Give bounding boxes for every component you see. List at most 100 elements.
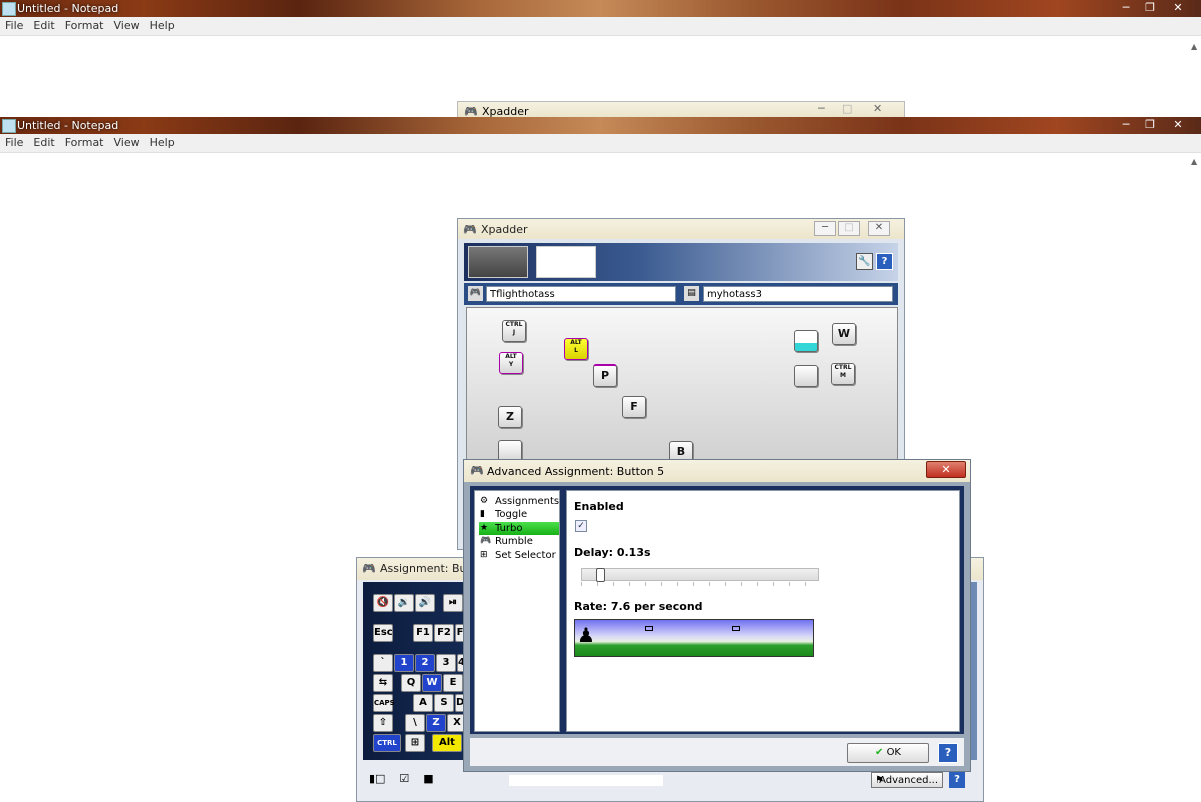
key-q[interactable]: Q bbox=[401, 674, 421, 692]
key-f[interactable]: F bbox=[622, 396, 646, 418]
menu-help[interactable]: Help bbox=[145, 134, 180, 151]
notepad-icon bbox=[2, 119, 16, 133]
key-esc[interactable]: Esc bbox=[373, 624, 393, 642]
menu-file[interactable]: File bbox=[0, 134, 28, 151]
key-z[interactable]: Z bbox=[498, 406, 522, 428]
controller-tab-1[interactable] bbox=[468, 246, 528, 278]
menu-item-rumble[interactable]: 🎮 Rumble bbox=[479, 535, 559, 548]
key-backslash[interactable]: \ bbox=[405, 714, 425, 732]
advanced-menu-list: ⚙ Assignments ▮ Toggle ★ Turbo 🎮 Rumble ⊞ Set… bbox=[474, 490, 560, 732]
play-pause-key[interactable]: ⏯ bbox=[443, 594, 463, 612]
bullet-icon bbox=[732, 626, 740, 631]
menu-view[interactable]: View bbox=[109, 134, 145, 151]
key-w[interactable]: W bbox=[422, 674, 442, 692]
key-blank-right[interactable] bbox=[794, 365, 818, 387]
notepad-title-bar-top[interactable]: Untitled - Notepad ─ ❐ ✕ bbox=[0, 0, 1201, 17]
tab-key-icon[interactable]: ⇆ bbox=[373, 674, 393, 692]
menu-format[interactable]: Format bbox=[60, 134, 109, 151]
menu-item-turbo[interactable]: ★ Turbo bbox=[479, 522, 559, 535]
menu-file[interactable]: File bbox=[0, 17, 28, 34]
advanced-button[interactable]: ⚑ Advanced... bbox=[871, 772, 943, 788]
profile-icon: ▤ bbox=[684, 286, 699, 301]
ghost-close-icon[interactable]: ✕ bbox=[873, 102, 882, 115]
close-button[interactable]: ✕ bbox=[1165, 0, 1191, 16]
gamepad-icon: 🎮 bbox=[470, 464, 484, 477]
notepad-menu-bar-top: File Edit Format View Help bbox=[0, 17, 1201, 36]
key-p[interactable]: P bbox=[593, 364, 617, 387]
maximize-button[interactable]: □ bbox=[838, 221, 860, 236]
menu-format[interactable]: Format bbox=[60, 17, 109, 34]
key-alt[interactable]: Alt bbox=[432, 734, 462, 752]
notepad-title-bar[interactable]: Untitled - Notepad ─ ❐ ✕ bbox=[0, 117, 1201, 134]
advanced-dialog: 🎮 Advanced Assignment: Button 5 ✕ ⚙ Assig… bbox=[463, 459, 971, 772]
advanced-body: ⚙ Assignments ▮ Toggle ★ Turbo 🎮 Rumble ⊞ Set… bbox=[470, 486, 964, 734]
windows-key-icon[interactable]: ⊞ bbox=[405, 734, 425, 752]
key-3[interactable]: 3 bbox=[436, 654, 456, 672]
menu-item-toggle[interactable]: ▮ Toggle bbox=[479, 508, 559, 521]
key-2[interactable]: 2 bbox=[415, 654, 435, 672]
ghost-minimize-icon[interactable]: ─ bbox=[818, 102, 825, 115]
key-backtick[interactable]: ` bbox=[373, 654, 393, 672]
key-1[interactable]: 1 bbox=[394, 654, 414, 672]
advanced-icon: ⚑ bbox=[875, 775, 884, 786]
set-selector-icon: ⊞ bbox=[480, 550, 488, 560]
profile-name-field[interactable]: myhotass3 bbox=[703, 286, 893, 302]
maximize-button[interactable]: ❐ bbox=[1137, 117, 1163, 133]
notepad-title: Untitled - Notepad bbox=[17, 2, 119, 15]
key-alt-y[interactable]: ALT Y bbox=[499, 352, 523, 374]
key-ctrl-j[interactable]: CTRL J bbox=[502, 320, 526, 342]
xpadder-toolbar: 🔧 ? bbox=[464, 243, 898, 281]
controller-name-field[interactable]: Tflighthotass bbox=[486, 286, 676, 302]
mute-key[interactable]: 🔇 bbox=[373, 594, 393, 612]
menu-edit[interactable]: Edit bbox=[28, 17, 59, 34]
notepad-title: Untitled - Notepad bbox=[17, 119, 119, 132]
scroll-up-icon[interactable]: ▲ bbox=[1191, 157, 1197, 166]
menu-item-set-selector[interactable]: ⊞ Set Selector bbox=[479, 549, 559, 562]
key-z[interactable]: Z bbox=[426, 714, 446, 732]
delay-slider-thumb[interactable] bbox=[596, 568, 605, 582]
xpadder-ghost-title[interactable]: 🎮 Xpadder ─ □ ✕ bbox=[457, 101, 905, 118]
vol-up-key[interactable]: 🔊 bbox=[415, 594, 435, 612]
minimize-button[interactable]: ─ bbox=[814, 221, 836, 236]
advanced-title-bar[interactable]: 🎮 Advanced Assignment: Button 5 ✕ bbox=[464, 460, 970, 482]
shift-key-icon[interactable]: ⇧ bbox=[373, 714, 393, 732]
menu-view[interactable]: View bbox=[109, 17, 145, 34]
key-s[interactable]: S bbox=[434, 694, 454, 712]
minimize-button[interactable]: ─ bbox=[1113, 117, 1139, 133]
key-f2[interactable]: F2 bbox=[434, 624, 454, 642]
ok-button[interactable]: ✔ OK bbox=[847, 743, 929, 763]
key-a[interactable]: A bbox=[413, 694, 433, 712]
key-ctrl-m[interactable]: CTRL M bbox=[831, 363, 855, 385]
delay-slider[interactable] bbox=[581, 568, 819, 582]
close-button[interactable]: ✕ bbox=[1165, 117, 1191, 133]
maximize-button[interactable]: ❐ bbox=[1137, 0, 1163, 16]
turbo-panel: Enabled ✓ Delay: 0.13s Rate: 7.6 per sec… bbox=[566, 490, 960, 732]
delay-label: Delay: 0.13s bbox=[574, 546, 651, 559]
key-e[interactable]: E bbox=[443, 674, 463, 692]
key-w[interactable]: W bbox=[832, 323, 856, 345]
key-cyan[interactable] bbox=[794, 330, 818, 352]
help-icon[interactable]: ? bbox=[876, 253, 893, 270]
vol-down-key[interactable]: 🔉 bbox=[394, 594, 414, 612]
close-button[interactable]: ✕ bbox=[868, 221, 890, 236]
assignment-text-field[interactable] bbox=[509, 775, 663, 786]
wrench-icon[interactable]: 🔧 bbox=[856, 253, 873, 270]
xpadder-title-bar[interactable]: 🎮 Xpadder ─ □ ✕ bbox=[458, 219, 904, 239]
key-f1[interactable]: F1 bbox=[413, 624, 433, 642]
menu-edit[interactable]: Edit bbox=[28, 134, 59, 151]
caps-key[interactable]: CAPS bbox=[373, 694, 395, 712]
scroll-up-icon[interactable]: ▲ bbox=[1191, 42, 1197, 51]
help-button[interactable]: ? bbox=[938, 743, 958, 763]
close-button[interactable]: ✕ bbox=[926, 461, 966, 478]
soldier-icon: ♟ bbox=[577, 623, 595, 647]
assignment-help-icon[interactable]: ? bbox=[949, 772, 965, 788]
minimize-button[interactable]: ─ bbox=[1113, 0, 1139, 16]
enabled-checkbox[interactable]: ✓ bbox=[575, 520, 587, 532]
menu-help[interactable]: Help bbox=[145, 17, 180, 34]
ghost-maximize-icon[interactable]: □ bbox=[842, 102, 852, 115]
key-alt-l[interactable]: ALT L bbox=[564, 338, 588, 360]
ctrl-key[interactable]: CTRL bbox=[373, 734, 401, 752]
turbo-icon: ★ bbox=[480, 523, 489, 533]
controller-tab-2[interactable] bbox=[536, 246, 596, 278]
menu-item-assignments[interactable]: ⚙ Assignments bbox=[479, 495, 559, 508]
